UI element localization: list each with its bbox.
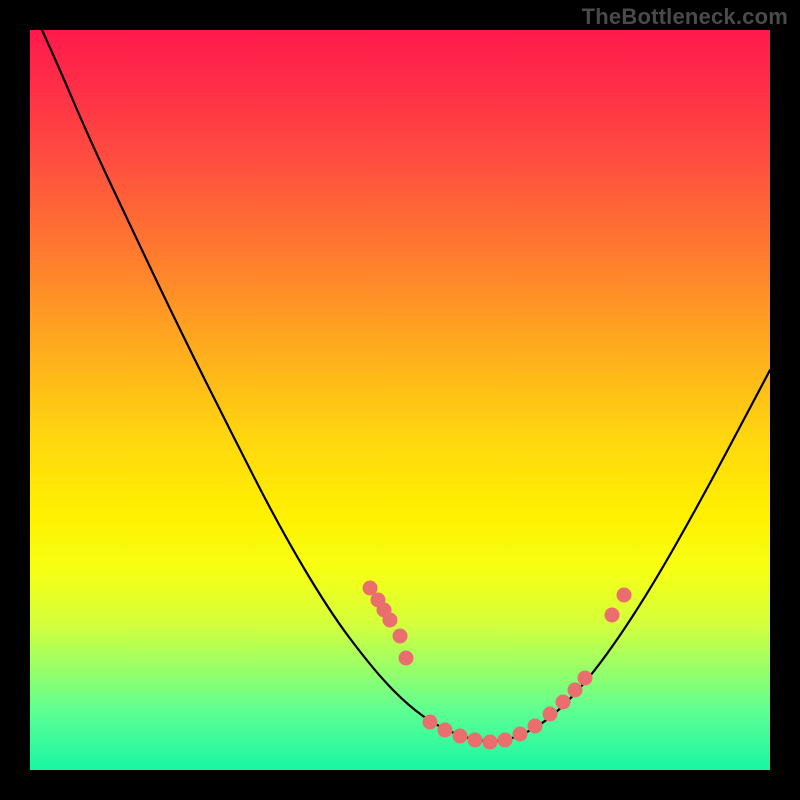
data-marker — [513, 727, 528, 742]
data-marker — [498, 733, 513, 748]
data-marker — [399, 651, 414, 666]
data-marker — [617, 588, 632, 603]
chart-frame: TheBottleneck.com — [0, 0, 800, 800]
data-marker — [438, 723, 453, 738]
data-marker — [483, 735, 498, 750]
plot-area — [30, 30, 770, 770]
data-marker — [383, 613, 398, 628]
data-marker — [543, 707, 558, 722]
data-marker — [578, 671, 593, 686]
data-marker — [556, 695, 571, 710]
data-marker — [605, 608, 620, 623]
data-marker — [423, 715, 438, 730]
watermark-label: TheBottleneck.com — [582, 4, 788, 30]
data-marker — [393, 629, 408, 644]
data-marker — [528, 719, 543, 734]
data-marker — [568, 683, 583, 698]
data-marker — [453, 729, 468, 744]
data-marker — [468, 733, 483, 748]
chart-svg — [30, 30, 770, 770]
